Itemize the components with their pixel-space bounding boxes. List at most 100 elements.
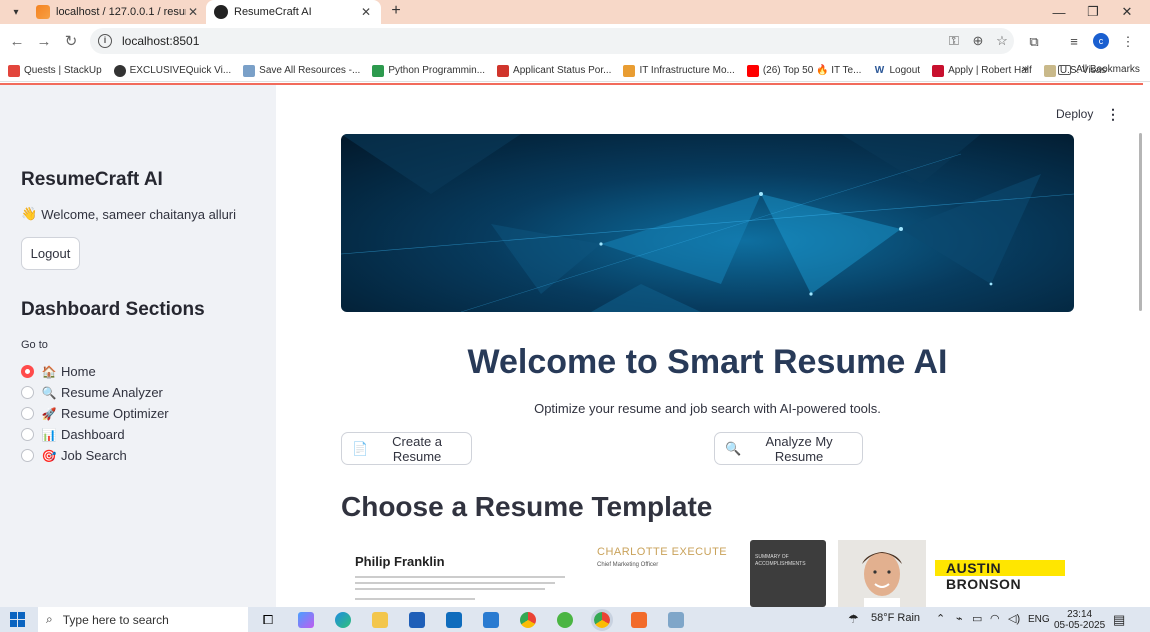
deploy-button[interactable]: Deploy: [1056, 107, 1093, 121]
text-line: [355, 588, 545, 590]
nav-radio-home[interactable]: 🏠 Home: [21, 361, 169, 382]
task-view-icon[interactable]: ⧠: [260, 612, 276, 628]
bookmark-item[interactable]: IT Infrastructure Mo...: [623, 64, 735, 77]
site-info-icon[interactable]: i: [98, 34, 112, 48]
nav-radio-job-search[interactable]: 🎯 Job Search: [21, 445, 169, 466]
store-icon[interactable]: [409, 612, 425, 628]
tab-resumecraft[interactable]: ResumeCraft AI ✕: [206, 0, 381, 24]
network-icon[interactable]: ⌁: [956, 612, 963, 625]
all-bookmarks-label: All Bookmarks: [1076, 64, 1140, 75]
create-resume-button[interactable]: 📄 Create a Resume: [341, 432, 472, 465]
notification-icon[interactable]: ▤: [1113, 612, 1125, 628]
bookmark-icon: [372, 64, 385, 77]
vscode-icon[interactable]: [483, 612, 499, 628]
reload-button[interactable]: ↻: [61, 32, 81, 52]
windows-taskbar: ⌕ Type here to search ⧠ ☂ 58°F Rain ⌃ ⌁ …: [0, 607, 1150, 632]
main-content: Deploy ⋮ Welcome to Smart Resume AI Opti…: [276, 85, 1143, 607]
template-card-summary[interactable]: SUMMARY OF ACCOMPLISHMENTS: [750, 540, 826, 607]
clock[interactable]: 23:14 05-05-2025: [1054, 609, 1105, 631]
browser-menu-icon[interactable]: ⋮: [1118, 32, 1138, 52]
all-bookmarks-button[interactable]: All Bookmarks: [1058, 64, 1140, 75]
extensions-icon[interactable]: ⧉: [1024, 32, 1044, 52]
template-card-photo[interactable]: [838, 540, 926, 607]
radio-selected[interactable]: [21, 365, 34, 378]
utorrent-icon[interactable]: [557, 612, 573, 628]
wifi-icon[interactable]: ◠: [990, 612, 1000, 625]
volume-icon[interactable]: ◁): [1008, 612, 1020, 625]
language-indicator[interactable]: ENG: [1028, 614, 1050, 625]
copilot-icon[interactable]: [298, 612, 314, 628]
template-card-austin-bronson[interactable]: AUSTIN BRONSON: [935, 540, 1070, 607]
bookmark-item[interactable]: (26) Top 50 🔥 IT Te...: [746, 64, 861, 77]
battery-icon[interactable]: ▭: [972, 612, 982, 625]
password-key-icon[interactable]: ⚿: [942, 31, 966, 51]
address-bar[interactable]: i localhost:8501 ⚿ ⊕ ☆: [90, 28, 1014, 54]
bookmark-item[interactable]: Applicant Status Por...: [497, 64, 612, 77]
url-text[interactable]: localhost:8501: [122, 34, 942, 48]
bookmark-item[interactable]: Save All Resources -...: [243, 64, 360, 77]
radio-unselected[interactable]: [21, 428, 34, 441]
bookmark-item[interactable]: Apply | Robert Half: [932, 64, 1032, 77]
bookmark-label: Python Programmin...: [388, 65, 486, 76]
xampp-icon[interactable]: [631, 612, 647, 628]
bookmark-item[interactable]: Python Programmin...: [372, 64, 486, 77]
outlook-icon[interactable]: [446, 612, 462, 628]
bookmark-item[interactable]: Quests | StackUp: [8, 64, 102, 77]
taskbar-search-box[interactable]: ⌕ Type here to search: [38, 607, 248, 632]
new-tab-button[interactable]: +: [386, 1, 406, 21]
bar-chart-icon: 📊: [41, 427, 57, 442]
scrollbar[interactable]: [1139, 133, 1142, 311]
bookmark-label: IT Infrastructure Mo...: [639, 65, 735, 76]
bookmark-label: Apply | Robert Half: [948, 65, 1032, 76]
bookmark-icon: [497, 64, 510, 77]
navigation-radio-group: 🏠 Home 🔍 Resume Analyzer 🚀 Resume Optimizer…: [21, 361, 169, 466]
radio-unselected[interactable]: [21, 449, 34, 462]
restore-button[interactable]: ❐: [1076, 0, 1110, 24]
waving-hand-icon: 👋: [21, 206, 38, 221]
nav-radio-resume-optimizer[interactable]: 🚀 Resume Optimizer: [21, 403, 169, 424]
nav-radio-resume-analyzer[interactable]: 🔍 Resume Analyzer: [21, 382, 169, 403]
app-menu-icon[interactable]: ⋮: [1106, 106, 1120, 123]
bookmark-icon: [8, 64, 20, 77]
close-window-button[interactable]: ✕: [1110, 0, 1144, 24]
name-highlight: AUSTIN BRONSON: [935, 560, 1065, 592]
radio-unselected[interactable]: [21, 386, 34, 399]
bookmark-item[interactable]: W Logout: [873, 64, 920, 77]
windows-start-icon[interactable]: [10, 612, 25, 627]
media-controls-icon[interactable]: ≡: [1064, 32, 1084, 52]
bookmark-star-icon[interactable]: ☆: [990, 31, 1014, 51]
document-icon: 📄: [352, 440, 369, 456]
nav-radio-dashboard[interactable]: 📊 Dashboard: [21, 424, 169, 445]
profile-avatar[interactable]: c: [1093, 33, 1109, 49]
tab-phpmyadmin[interactable]: localhost / 127.0.0.1 / resume_a ✕: [28, 0, 208, 24]
template-card-charlotte[interactable]: CHARLOTTE EXECUTE Chief Marketing Office…: [594, 540, 744, 607]
template-card-philip-franklin[interactable]: Philip Franklin: [349, 540, 571, 607]
edge-icon[interactable]: [335, 612, 351, 628]
back-button[interactable]: ←: [7, 32, 27, 52]
chrome-icon[interactable]: [520, 612, 536, 628]
forward-button[interactable]: →: [34, 32, 54, 52]
abstract-network-graphic: [341, 134, 1074, 312]
weather-text[interactable]: 58°F Rain: [871, 612, 920, 624]
bookmark-item[interactable]: EXCLUSIVEQuick Vi...: [113, 64, 231, 77]
file-explorer-icon[interactable]: [372, 612, 388, 628]
close-tab-icon[interactable]: ✕: [359, 5, 373, 19]
logout-button[interactable]: Logout: [21, 237, 80, 270]
search-icon: ⌕: [46, 612, 53, 626]
weather-icon[interactable]: ☂: [848, 612, 859, 626]
chrome-active-icon[interactable]: [591, 609, 613, 631]
chevron-up-icon[interactable]: ⌃: [936, 612, 945, 625]
nav-label: Home: [61, 364, 96, 379]
minimize-button[interactable]: —: [1042, 0, 1076, 24]
radio-unselected[interactable]: [21, 407, 34, 420]
tab-search-menu-icon[interactable]: ▾: [6, 2, 26, 22]
welcome-text: Welcome, sameer chaitanya alluri: [41, 206, 237, 222]
analyze-resume-button[interactable]: 🔍 Analyze My Resume: [714, 432, 863, 465]
close-tab-icon[interactable]: ✕: [186, 5, 200, 19]
more-bookmarks-button[interactable]: »: [1022, 63, 1028, 75]
bookmark-label: Applicant Status Por...: [513, 65, 612, 76]
bookmark-icon: [623, 64, 636, 77]
zoom-icon[interactable]: ⊕: [966, 31, 990, 51]
app-icon[interactable]: [668, 612, 684, 628]
tab-title: localhost / 127.0.0.1 / resume_a: [56, 6, 186, 18]
